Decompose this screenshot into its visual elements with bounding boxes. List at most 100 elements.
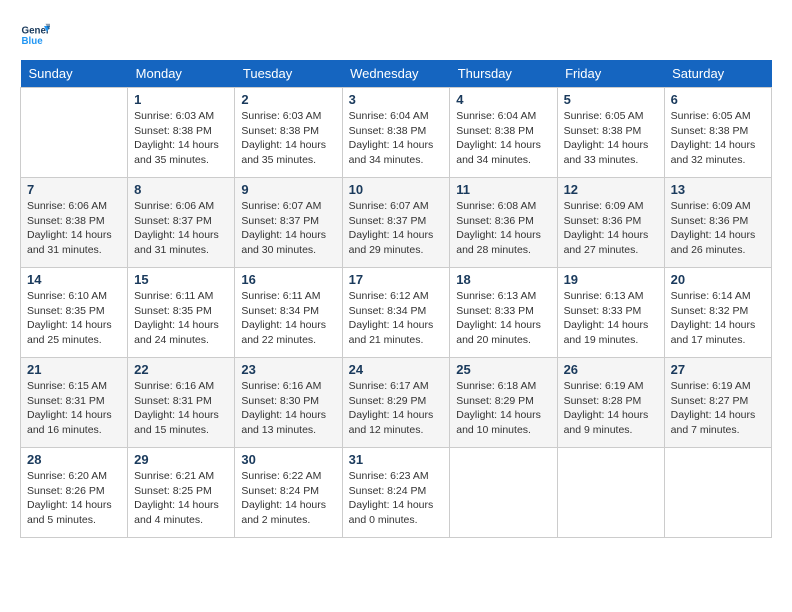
calendar-cell: 18 Sunrise: 6:13 AM Sunset: 8:33 PM Dayli… bbox=[450, 268, 557, 358]
day-info: Sunrise: 6:04 AM Sunset: 8:38 PM Dayligh… bbox=[456, 109, 550, 168]
day-number: 10 bbox=[349, 182, 444, 197]
header-thursday: Thursday bbox=[450, 60, 557, 88]
calendar-week-row: 14 Sunrise: 6:10 AM Sunset: 8:35 PM Dayli… bbox=[21, 268, 772, 358]
calendar-cell: 17 Sunrise: 6:12 AM Sunset: 8:34 PM Dayli… bbox=[342, 268, 450, 358]
day-number: 23 bbox=[241, 362, 335, 377]
day-number: 19 bbox=[564, 272, 658, 287]
calendar-cell: 16 Sunrise: 6:11 AM Sunset: 8:34 PM Dayli… bbox=[235, 268, 342, 358]
calendar-cell: 31 Sunrise: 6:23 AM Sunset: 8:24 PM Dayli… bbox=[342, 448, 450, 538]
calendar-table: SundayMondayTuesdayWednesdayThursdayFrid… bbox=[20, 60, 772, 538]
header-sunday: Sunday bbox=[21, 60, 128, 88]
calendar-cell: 5Sunrise: 6:05 AM Sunset: 8:38 PM Daylig… bbox=[557, 88, 664, 178]
day-info: Sunrise: 6:07 AM Sunset: 8:37 PM Dayligh… bbox=[349, 199, 444, 258]
day-number: 31 bbox=[349, 452, 444, 467]
day-number: 30 bbox=[241, 452, 335, 467]
day-number: 15 bbox=[134, 272, 228, 287]
day-number: 6 bbox=[671, 92, 765, 107]
day-info: Sunrise: 6:08 AM Sunset: 8:36 PM Dayligh… bbox=[456, 199, 550, 258]
logo-icon: General Blue bbox=[20, 20, 50, 50]
day-number: 20 bbox=[671, 272, 765, 287]
day-info: Sunrise: 6:04 AM Sunset: 8:38 PM Dayligh… bbox=[349, 109, 444, 168]
day-number: 27 bbox=[671, 362, 765, 377]
day-number: 7 bbox=[27, 182, 121, 197]
day-number: 28 bbox=[27, 452, 121, 467]
day-number: 4 bbox=[456, 92, 550, 107]
calendar-cell: 9Sunrise: 6:07 AM Sunset: 8:37 PM Daylig… bbox=[235, 178, 342, 268]
day-number: 11 bbox=[456, 182, 550, 197]
calendar-cell: 12 Sunrise: 6:09 AM Sunset: 8:36 PM Dayli… bbox=[557, 178, 664, 268]
day-info: Sunrise: 6:09 AM Sunset: 8:36 PM Dayligh… bbox=[564, 199, 658, 258]
calendar-cell: 25Sunrise: 6:18 AM Sunset: 8:29 PM Dayli… bbox=[450, 358, 557, 448]
calendar-cell: 11 Sunrise: 6:08 AM Sunset: 8:36 PM Dayli… bbox=[450, 178, 557, 268]
calendar-header-row: SundayMondayTuesdayWednesdayThursdayFrid… bbox=[21, 60, 772, 88]
calendar-week-row: 1 Sunrise: 6:03 AM Sunset: 8:38 PM Daylig… bbox=[21, 88, 772, 178]
calendar-cell: 26Sunrise: 6:19 AM Sunset: 8:28 PM Dayli… bbox=[557, 358, 664, 448]
day-number: 21 bbox=[27, 362, 121, 377]
calendar-cell: 2Sunrise: 6:03 AM Sunset: 8:38 PM Daylig… bbox=[235, 88, 342, 178]
calendar-cell: 27 Sunrise: 6:19 AM Sunset: 8:27 PM Dayli… bbox=[664, 358, 771, 448]
day-info: Sunrise: 6:16 AM Sunset: 8:30 PM Dayligh… bbox=[241, 379, 335, 438]
header-friday: Friday bbox=[557, 60, 664, 88]
day-number: 24 bbox=[349, 362, 444, 377]
logo: General Blue bbox=[20, 20, 54, 50]
day-number: 3 bbox=[349, 92, 444, 107]
calendar-cell: 1 Sunrise: 6:03 AM Sunset: 8:38 PM Daylig… bbox=[128, 88, 235, 178]
day-info: Sunrise: 6:20 AM Sunset: 8:26 PM Dayligh… bbox=[27, 469, 121, 528]
calendar-cell: 21 Sunrise: 6:15 AM Sunset: 8:31 PM Dayli… bbox=[21, 358, 128, 448]
calendar-cell bbox=[21, 88, 128, 178]
day-info: Sunrise: 6:13 AM Sunset: 8:33 PM Dayligh… bbox=[456, 289, 550, 348]
calendar-cell: 15 Sunrise: 6:11 AM Sunset: 8:35 PM Dayli… bbox=[128, 268, 235, 358]
calendar-cell: 23 Sunrise: 6:16 AM Sunset: 8:30 PM Dayli… bbox=[235, 358, 342, 448]
day-number: 18 bbox=[456, 272, 550, 287]
day-info: Sunrise: 6:06 AM Sunset: 8:37 PM Dayligh… bbox=[134, 199, 228, 258]
calendar-cell: 10 Sunrise: 6:07 AM Sunset: 8:37 PM Dayli… bbox=[342, 178, 450, 268]
calendar-cell: 3 Sunrise: 6:04 AM Sunset: 8:38 PM Daylig… bbox=[342, 88, 450, 178]
day-info: Sunrise: 6:11 AM Sunset: 8:35 PM Dayligh… bbox=[134, 289, 228, 348]
header-wednesday: Wednesday bbox=[342, 60, 450, 88]
day-number: 22 bbox=[134, 362, 228, 377]
day-info: Sunrise: 6:11 AM Sunset: 8:34 PM Dayligh… bbox=[241, 289, 335, 348]
header-monday: Monday bbox=[128, 60, 235, 88]
day-number: 29 bbox=[134, 452, 228, 467]
day-info: Sunrise: 6:18 AM Sunset: 8:29 PM Dayligh… bbox=[456, 379, 550, 438]
calendar-cell: 4 Sunrise: 6:04 AM Sunset: 8:38 PM Daylig… bbox=[450, 88, 557, 178]
day-info: Sunrise: 6:22 AM Sunset: 8:24 PM Dayligh… bbox=[241, 469, 335, 528]
day-number: 1 bbox=[134, 92, 228, 107]
day-number: 17 bbox=[349, 272, 444, 287]
calendar-cell bbox=[664, 448, 771, 538]
day-info: Sunrise: 6:23 AM Sunset: 8:24 PM Dayligh… bbox=[349, 469, 444, 528]
calendar-cell: 14 Sunrise: 6:10 AM Sunset: 8:35 PM Dayli… bbox=[21, 268, 128, 358]
day-info: Sunrise: 6:12 AM Sunset: 8:34 PM Dayligh… bbox=[349, 289, 444, 348]
day-info: Sunrise: 6:05 AM Sunset: 8:38 PM Dayligh… bbox=[671, 109, 765, 168]
calendar-cell: 13Sunrise: 6:09 AM Sunset: 8:36 PM Dayli… bbox=[664, 178, 771, 268]
calendar-cell: 6 Sunrise: 6:05 AM Sunset: 8:38 PM Daylig… bbox=[664, 88, 771, 178]
day-info: Sunrise: 6:19 AM Sunset: 8:27 PM Dayligh… bbox=[671, 379, 765, 438]
day-number: 13 bbox=[671, 182, 765, 197]
day-info: Sunrise: 6:07 AM Sunset: 8:37 PM Dayligh… bbox=[241, 199, 335, 258]
calendar-cell: 30 Sunrise: 6:22 AM Sunset: 8:24 PM Dayli… bbox=[235, 448, 342, 538]
day-info: Sunrise: 6:03 AM Sunset: 8:38 PM Dayligh… bbox=[134, 109, 228, 168]
day-number: 16 bbox=[241, 272, 335, 287]
svg-text:Blue: Blue bbox=[22, 36, 44, 47]
day-info: Sunrise: 6:13 AM Sunset: 8:33 PM Dayligh… bbox=[564, 289, 658, 348]
day-info: Sunrise: 6:21 AM Sunset: 8:25 PM Dayligh… bbox=[134, 469, 228, 528]
day-number: 12 bbox=[564, 182, 658, 197]
day-number: 2 bbox=[241, 92, 335, 107]
calendar-cell bbox=[450, 448, 557, 538]
day-number: 26 bbox=[564, 362, 658, 377]
day-info: Sunrise: 6:15 AM Sunset: 8:31 PM Dayligh… bbox=[27, 379, 121, 438]
calendar-cell: 19 Sunrise: 6:13 AM Sunset: 8:33 PM Dayli… bbox=[557, 268, 664, 358]
calendar-week-row: 21 Sunrise: 6:15 AM Sunset: 8:31 PM Dayli… bbox=[21, 358, 772, 448]
day-info: Sunrise: 6:10 AM Sunset: 8:35 PM Dayligh… bbox=[27, 289, 121, 348]
calendar-week-row: 7Sunrise: 6:06 AM Sunset: 8:38 PM Daylig… bbox=[21, 178, 772, 268]
header-saturday: Saturday bbox=[664, 60, 771, 88]
day-info: Sunrise: 6:05 AM Sunset: 8:38 PM Dayligh… bbox=[564, 109, 658, 168]
day-number: 14 bbox=[27, 272, 121, 287]
day-number: 8 bbox=[134, 182, 228, 197]
calendar-cell: 7Sunrise: 6:06 AM Sunset: 8:38 PM Daylig… bbox=[21, 178, 128, 268]
header-tuesday: Tuesday bbox=[235, 60, 342, 88]
calendar-cell bbox=[557, 448, 664, 538]
calendar-cell: 8 Sunrise: 6:06 AM Sunset: 8:37 PM Daylig… bbox=[128, 178, 235, 268]
calendar-cell: 24Sunrise: 6:17 AM Sunset: 8:29 PM Dayli… bbox=[342, 358, 450, 448]
calendar-cell: 22Sunrise: 6:16 AM Sunset: 8:31 PM Dayli… bbox=[128, 358, 235, 448]
